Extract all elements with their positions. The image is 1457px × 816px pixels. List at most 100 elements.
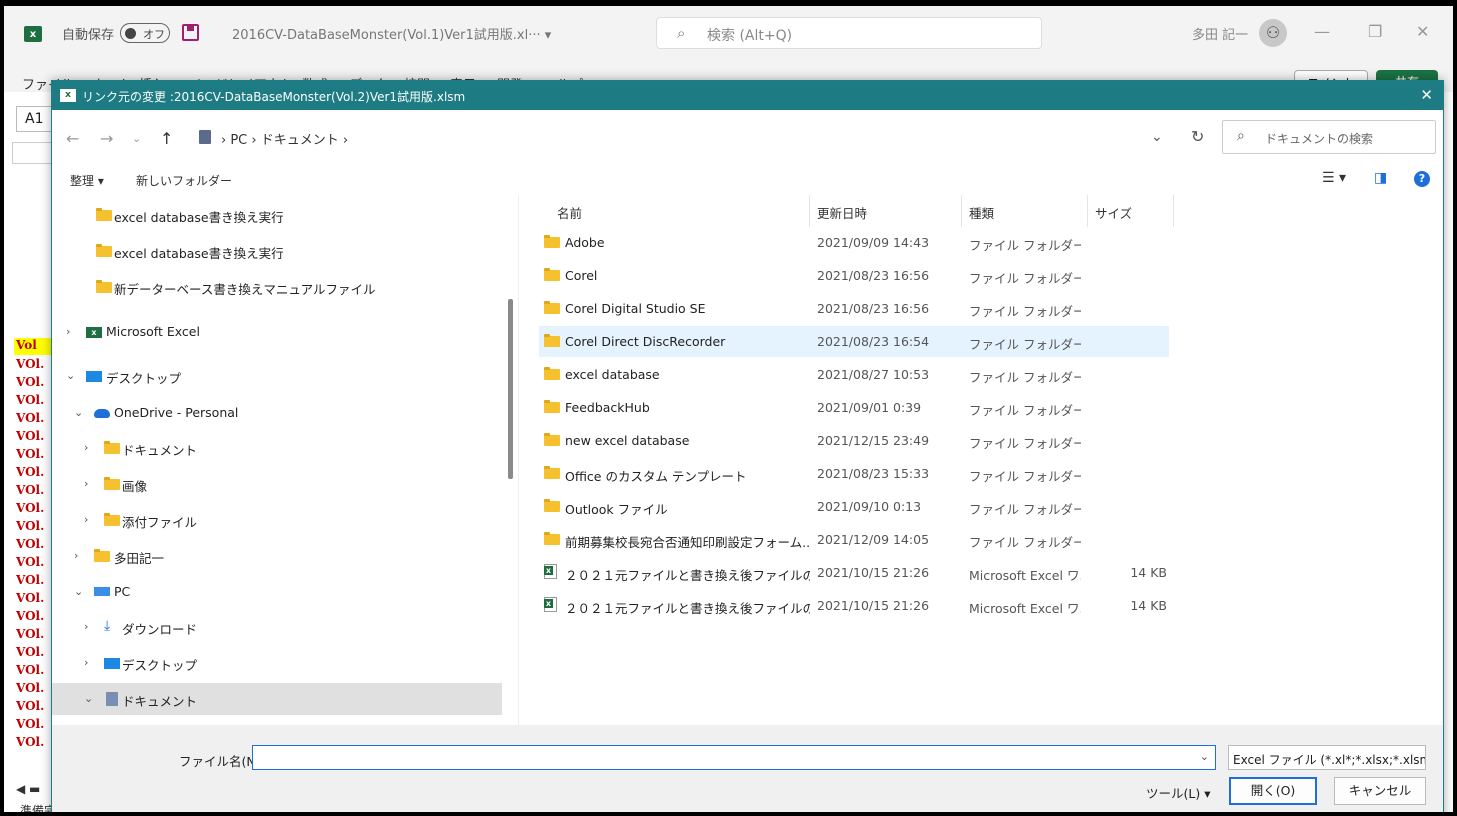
vol-cell[interactable]: VOl. (14, 427, 54, 445)
minimize-icon[interactable]: — (1314, 22, 1330, 41)
vol-cell[interactable]: VOl. (14, 391, 54, 409)
vol-cell[interactable]: VOl. (14, 643, 54, 661)
view-options-icon[interactable]: ☰ ▾ (1322, 170, 1346, 186)
file-row-hovered[interactable]: Corel Direct DiscRecorder 2021/08/23 16:… (539, 326, 1169, 357)
tree-item[interactable]: excel database書き換え実行 (52, 199, 502, 231)
refresh-icon[interactable]: ↻ (1191, 127, 1204, 146)
file-row[interactable]: FeedbackHub 2021/09/01 0:39 ファイル フォルダー (539, 392, 1169, 423)
address-bar[interactable]: › PC › ドキュメント › ⌄ ↻ (190, 120, 1214, 154)
name-box[interactable]: A1 (16, 106, 52, 132)
dialog-search-box[interactable]: ⌕ ドキュメントの検索 (1222, 120, 1436, 154)
file-row[interactable]: Outlook ファイル 2021/09/10 0:13 ファイル フォルダー (539, 491, 1169, 522)
vol-cell[interactable]: VOl. (14, 697, 54, 715)
collapse-chevron-icon[interactable]: ⌄ (66, 369, 75, 382)
column-header-date[interactable]: 更新日時 (817, 203, 867, 222)
restore-icon[interactable]: ❐ (1368, 22, 1382, 41)
vol-cell[interactable]: VOl. (14, 661, 54, 679)
vol-cell[interactable]: VOl. (14, 355, 54, 373)
tools-menu[interactable]: ツール(L) ▾ (1146, 783, 1210, 802)
tree-item[interactable]: ⌄ デスクトップ (52, 360, 502, 392)
tree-item[interactable]: 新データーベース書き換えマニュアルファイル (52, 271, 502, 303)
tree-item[interactable]: › 多田記一 (52, 540, 502, 572)
column-separator[interactable] (961, 195, 962, 227)
expand-chevron-icon[interactable]: › (84, 513, 88, 526)
expand-chevron-icon[interactable]: › (84, 656, 88, 669)
open-button[interactable]: 開く(O) (1229, 777, 1317, 805)
column-separator[interactable] (809, 195, 810, 227)
vol-cell[interactable]: VOl. (14, 589, 54, 607)
cancel-button[interactable]: キャンセル (1334, 777, 1426, 805)
expand-chevron-icon[interactable]: › (84, 441, 88, 454)
user-name[interactable]: 多田 記一 (1192, 24, 1248, 43)
vol-cell[interactable]: VOl. (14, 463, 54, 481)
tree-item[interactable]: › ⤓ ダウンロード (52, 611, 502, 643)
tree-scrollbar[interactable] (508, 299, 513, 479)
vol-cell[interactable]: VOl. (14, 733, 54, 751)
expand-chevron-icon[interactable]: › (66, 325, 70, 338)
organize-button[interactable]: 整理 ▾ (70, 172, 104, 189)
vol-cell[interactable]: VOl. (14, 481, 54, 499)
file-row[interactable]: Office のカスタム テンプレート 2021/08/23 15:33 ファイ… (539, 458, 1169, 489)
column-header-size[interactable]: サイズ (1095, 203, 1132, 222)
file-row[interactable]: Corel 2021/08/23 16:56 ファイル フォルダー (539, 260, 1169, 291)
tree-item[interactable]: ⌄ PC (52, 576, 502, 608)
filename-field[interactable]: ⌄ (252, 745, 1216, 770)
vol-cell[interactable]: VOl. (14, 553, 54, 571)
vol-cell[interactable]: VOl. (14, 499, 54, 517)
file-row[interactable]: new excel database 2021/12/15 23:49 ファイル… (539, 425, 1169, 456)
file-row[interactable]: excel database 2021/08/27 10:53 ファイル フォル… (539, 359, 1169, 390)
tree-item[interactable]: › x Microsoft Excel (52, 316, 502, 348)
file-row[interactable]: Corel Digital Studio SE 2021/08/23 16:56… (539, 293, 1169, 324)
column-separator[interactable] (1087, 195, 1088, 227)
excel-search-box[interactable]: ⌕ 検索 (Alt+Q) (656, 17, 1042, 49)
vol-cell[interactable]: VOl. (14, 373, 54, 391)
tree-item[interactable]: › デスクトップ (52, 647, 502, 679)
collapse-chevron-icon[interactable]: ⌄ (74, 585, 83, 598)
back-arrow-icon[interactable]: ← (66, 129, 79, 148)
dialog-close-icon[interactable]: ✕ (1420, 86, 1433, 104)
help-icon[interactable]: ? (1414, 171, 1430, 187)
vol-cell[interactable]: VOl. (14, 715, 54, 733)
address-dropdown-icon[interactable]: ⌄ (1151, 129, 1163, 145)
close-icon[interactable]: ✕ (1416, 22, 1429, 41)
column-separator[interactable] (1173, 195, 1174, 227)
file-row[interactable]: Adobe 2021/09/09 14:43 ファイル フォルダー (539, 227, 1169, 258)
vol-cell[interactable]: VOl. (14, 445, 54, 463)
vol-cell[interactable]: VOl. (14, 607, 54, 625)
collapse-chevron-icon[interactable]: ⌄ (74, 406, 83, 419)
breadcrumb[interactable]: › PC › ドキュメント › (221, 129, 348, 148)
save-icon[interactable] (182, 24, 199, 41)
vol-cell[interactable]: VOl. (14, 571, 54, 589)
tree-item[interactable]: › 画像 (52, 468, 502, 500)
column-header-name[interactable]: 名前 (557, 203, 582, 222)
document-title[interactable]: 2016CV-DataBaseMonster(Vol.1)Ver1試用版.xl·… (232, 24, 551, 43)
collapse-chevron-icon[interactable]: ⌄ (84, 692, 93, 705)
new-folder-button[interactable]: 新しいフォルダー (136, 172, 232, 189)
file-type-select[interactable]: Excel ファイル (*.xl*;*.xlsx;*.xlsm;* (1228, 745, 1426, 770)
sheet-scroll-left-icon[interactable]: ◀ ▬ (16, 782, 40, 796)
filename-input[interactable] (253, 746, 1183, 768)
filename-dropdown-icon[interactable]: ⌄ (1200, 750, 1209, 763)
expand-chevron-icon[interactable]: › (74, 549, 78, 562)
tree-item[interactable]: ⌄ OneDrive - Personal (52, 397, 502, 429)
file-row[interactable]: 前期募集校長宛合否通知印刷設定フォーム... 2021/12/09 14:05 … (539, 524, 1169, 555)
vol-cell[interactable]: VOl. (14, 517, 54, 535)
tree-item[interactable]: excel database書き換え実行 (52, 235, 502, 267)
vol-cell[interactable]: VOl. (14, 535, 54, 553)
forward-arrow-icon[interactable]: → (100, 129, 113, 148)
tree-item[interactable]: › ドキュメント (52, 432, 502, 464)
tree-item[interactable]: › 添付ファイル (52, 504, 502, 536)
up-arrow-icon[interactable]: ↑ (160, 129, 173, 148)
avatar-icon[interactable]: ⚇ (1259, 19, 1287, 47)
column-header-type[interactable]: 種類 (969, 203, 994, 222)
expand-chevron-icon[interactable]: › (84, 477, 88, 490)
file-row[interactable]: ２０２１元ファイルと書き換え後ファイルの対... 2021/10/15 21:2… (539, 557, 1169, 588)
preview-pane-icon[interactable]: ◨ (1374, 170, 1387, 186)
vol-cell[interactable]: VOl. (14, 679, 54, 697)
tree-item-selected[interactable]: ⌄ ドキュメント (52, 683, 502, 715)
recent-locations-chevron-icon[interactable]: ⌄ (132, 132, 141, 145)
vol-header-cell[interactable]: Vol (14, 338, 54, 355)
file-row[interactable]: ２０２１元ファイルと書き換え後ファイルの対... 2021/10/15 21:2… (539, 590, 1169, 621)
vol-cell[interactable]: VOl. (14, 625, 54, 643)
vol-cell[interactable]: VOl. (14, 409, 54, 427)
